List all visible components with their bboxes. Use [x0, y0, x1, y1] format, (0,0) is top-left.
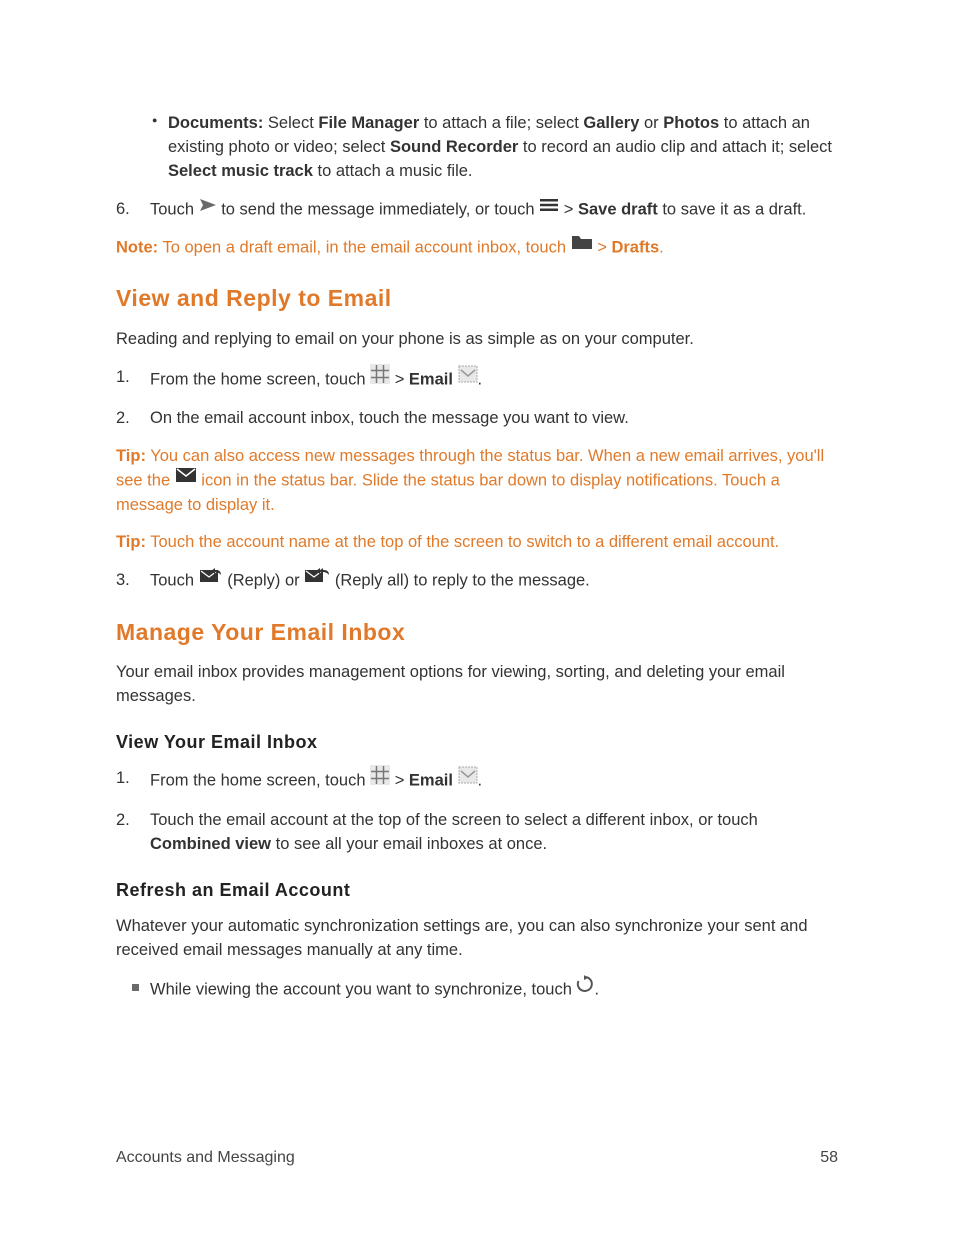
send-icon — [199, 196, 217, 220]
envelope-icon — [175, 467, 197, 491]
vr-step-1: 1. From the home screen, touch > Email . — [150, 366, 838, 394]
heading-view-reply: View and Reply to Email — [116, 282, 838, 315]
para-view-reply: Reading and replying to email on your ph… — [116, 328, 838, 352]
vi-step-1: 1. From the home screen, touch > Email . — [150, 767, 838, 795]
refresh-icon — [576, 975, 594, 1001]
bullet-documents: Documents: Select File Manager to attach… — [168, 112, 838, 184]
page-footer: Accounts and Messaging 58 — [116, 1146, 838, 1169]
reply-icon — [199, 567, 223, 591]
heading-view-inbox: View Your Email Inbox — [116, 729, 838, 755]
heading-refresh-account: Refresh an Email Account — [116, 877, 838, 903]
note-draft: Note: To open a draft email, in the emai… — [116, 236, 838, 260]
footer-section: Accounts and Messaging — [116, 1146, 295, 1169]
vi-step-2: 2. Touch the email account at the top of… — [150, 809, 838, 857]
vr-step-2: 2. On the email account inbox, touch the… — [150, 407, 838, 431]
footer-page-number: 58 — [820, 1146, 838, 1169]
email-app-icon — [458, 365, 478, 391]
step-6: 6. Touch to send the message immediately… — [150, 198, 838, 222]
apps-grid-icon — [370, 765, 390, 793]
tip-account-switch: Tip: Touch the account name at the top o… — [116, 531, 838, 555]
vr-step-3: 3. Touch (Reply) or (Reply all) to reply… — [150, 569, 838, 593]
apps-grid-icon — [370, 364, 390, 392]
label: Documents: — [168, 114, 263, 132]
tip-status-bar: Tip: You can also access new messages th… — [116, 445, 838, 517]
para-refresh-account: Whatever your automatic synchronization … — [116, 915, 838, 963]
email-app-icon — [458, 766, 478, 792]
refresh-bullet: While viewing the account you want to sy… — [150, 977, 838, 1003]
page-content: Documents: Select File Manager to attach… — [116, 112, 838, 1003]
reply-all-icon — [304, 567, 330, 591]
para-manage-inbox: Your email inbox provides management opt… — [116, 661, 838, 709]
heading-manage-inbox: Manage Your Email Inbox — [116, 616, 838, 649]
folder-icon — [571, 234, 593, 258]
menu-icon — [539, 196, 559, 220]
